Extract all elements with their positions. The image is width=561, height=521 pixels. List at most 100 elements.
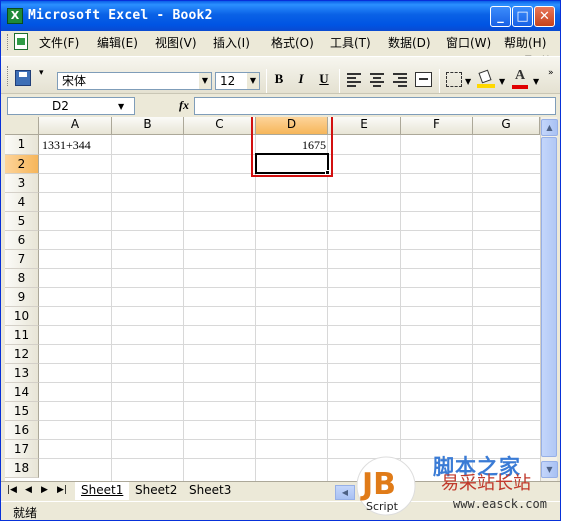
formatting-toolbar: ▾ 宋体 ▼ 12 ▼ B I U ▼ ▼ A ▼ » (1, 56, 560, 94)
row-header-8[interactable]: 8 (5, 269, 39, 288)
gridline (472, 135, 473, 481)
chevron-down-icon[interactable]: ▼ (499, 77, 505, 86)
insert-function-icon[interactable]: fx (179, 98, 189, 113)
next-sheet-button[interactable]: ▶ (41, 485, 48, 495)
gridline (39, 325, 540, 326)
menu-help[interactable]: 帮助(H) (504, 34, 546, 51)
toolbar-grip[interactable] (7, 66, 10, 86)
row-header-4[interactable]: 4 (5, 193, 39, 212)
gridline (39, 420, 540, 421)
formula-input[interactable] (194, 97, 556, 115)
row-header-9[interactable]: 9 (5, 288, 39, 307)
font-color-label: A (514, 68, 526, 83)
tab-sheet3[interactable]: Sheet3 (183, 482, 237, 500)
menu-tools[interactable]: 工具(T) (330, 34, 371, 51)
chevron-down-icon[interactable]: ▼ (247, 73, 259, 89)
worksheet-grid[interactable]: A B C D E F G 1 2 3 4 5 6 7 8 9 10 11 12… (5, 117, 540, 481)
menu-file[interactable]: 文件(F) (39, 34, 79, 51)
column-header-g[interactable]: G (473, 117, 540, 135)
scroll-thumb[interactable] (541, 137, 557, 457)
window-title: Microsoft Excel - Book2 (28, 8, 213, 23)
toolbar-overflow-icon[interactable]: ▾ (39, 68, 44, 78)
scroll-up-button[interactable]: ▲ (541, 119, 558, 136)
row-header-1[interactable]: 1 (5, 135, 39, 155)
menu-insert[interactable]: 插入(I) (213, 34, 250, 51)
minimize-button[interactable]: _ (490, 6, 511, 27)
excel-app-icon[interactable]: X (7, 8, 23, 24)
row-header-15[interactable]: 15 (5, 402, 39, 421)
chevron-down-icon[interactable]: ▼ (465, 77, 471, 86)
scroll-down-button[interactable]: ▼ (541, 461, 558, 478)
row-header-13[interactable]: 13 (5, 364, 39, 383)
workbook-icon[interactable] (14, 33, 28, 50)
row-header-12[interactable]: 12 (5, 345, 39, 364)
row-header-10[interactable]: 10 (5, 307, 39, 326)
excel-window: X Microsoft Excel - Book2 _ □ ✕ 文件(F) 编辑… (0, 0, 561, 521)
column-header-b[interactable]: B (112, 117, 184, 135)
chevron-down-icon[interactable]: ▼ (118, 102, 124, 111)
menu-grip[interactable] (7, 34, 10, 50)
gridline (39, 211, 540, 212)
column-header-f[interactable]: F (401, 117, 473, 135)
row-header-5[interactable]: 5 (5, 212, 39, 231)
row-header-14[interactable]: 14 (5, 383, 39, 402)
cell-a1[interactable]: 1331+344 (42, 136, 91, 154)
watermark-url: www.easck.com (453, 497, 547, 511)
row-header-17[interactable]: 17 (5, 440, 39, 459)
menu-format[interactable]: 格式(O) (271, 34, 314, 51)
save-icon[interactable] (15, 70, 31, 86)
gridline (111, 135, 112, 481)
font-color-icon[interactable]: A (511, 68, 529, 90)
gridline (39, 249, 540, 250)
italic-button[interactable]: I (291, 71, 311, 91)
row-header-11[interactable]: 11 (5, 326, 39, 345)
gridline (39, 401, 540, 402)
column-header-a[interactable]: A (39, 117, 112, 135)
chevron-down-icon[interactable]: ▼ (199, 73, 211, 89)
menu-window[interactable]: 窗口(W) (446, 34, 491, 51)
font-name-select[interactable]: 宋体 ▼ (57, 72, 212, 90)
borders-icon[interactable] (446, 72, 462, 87)
gridline (39, 382, 540, 383)
gridline (39, 192, 540, 193)
underline-button[interactable]: U (314, 71, 334, 91)
merge-center-icon[interactable] (415, 72, 432, 87)
gridline (39, 268, 540, 269)
tab-sheet2[interactable]: Sheet2 (129, 482, 183, 500)
gridline (39, 344, 540, 345)
row-header-3[interactable]: 3 (5, 174, 39, 193)
tab-sheet1[interactable]: Sheet1 (75, 482, 130, 500)
menu-edit[interactable]: 编辑(E) (97, 34, 138, 51)
column-header-e[interactable]: E (328, 117, 401, 135)
fill-color-icon[interactable] (477, 69, 495, 88)
name-box[interactable]: D2 (7, 97, 135, 115)
toolbar-overflow-icon[interactable]: » (548, 68, 554, 78)
menu-view[interactable]: 视图(V) (155, 34, 197, 51)
watermark-logo-text: JB (360, 467, 396, 502)
last-sheet-button[interactable]: ▶| (57, 485, 67, 495)
menu-bar: 文件(F) 编辑(E) 视图(V) 插入(I) 格式(O) 工具(T) 数据(D… (1, 31, 560, 53)
column-header-c[interactable]: C (184, 117, 256, 135)
font-size-select[interactable]: 12 ▼ (215, 72, 260, 90)
menu-data[interactable]: 数据(D) (388, 34, 431, 51)
chevron-down-icon[interactable]: ▼ (533, 77, 539, 86)
align-center-icon[interactable] (370, 73, 384, 87)
scroll-left-button[interactable]: ◀ (335, 485, 355, 500)
select-all-button[interactable] (5, 117, 39, 135)
align-right-icon[interactable] (393, 73, 407, 87)
vertical-scrollbar[interactable]: ▲ ▼ (540, 117, 558, 481)
row-header-6[interactable]: 6 (5, 231, 39, 250)
row-header-2[interactable]: 2 (5, 155, 39, 174)
row-header-18[interactable]: 18 (5, 459, 39, 478)
row-header-16[interactable]: 16 (5, 421, 39, 440)
first-sheet-button[interactable]: |◀ (7, 485, 17, 495)
close-button[interactable]: ✕ (534, 6, 555, 27)
align-left-icon[interactable] (347, 73, 361, 87)
maximize-button[interactable]: □ (512, 6, 533, 27)
row-header-7[interactable]: 7 (5, 250, 39, 269)
watermark-logo-icon: JB Script (356, 456, 416, 516)
title-bar[interactable]: X Microsoft Excel - Book2 _ □ ✕ (1, 1, 560, 31)
bold-button[interactable]: B (269, 71, 289, 91)
toolbar-separator (439, 69, 440, 93)
prev-sheet-button[interactable]: ◀ (25, 485, 32, 495)
